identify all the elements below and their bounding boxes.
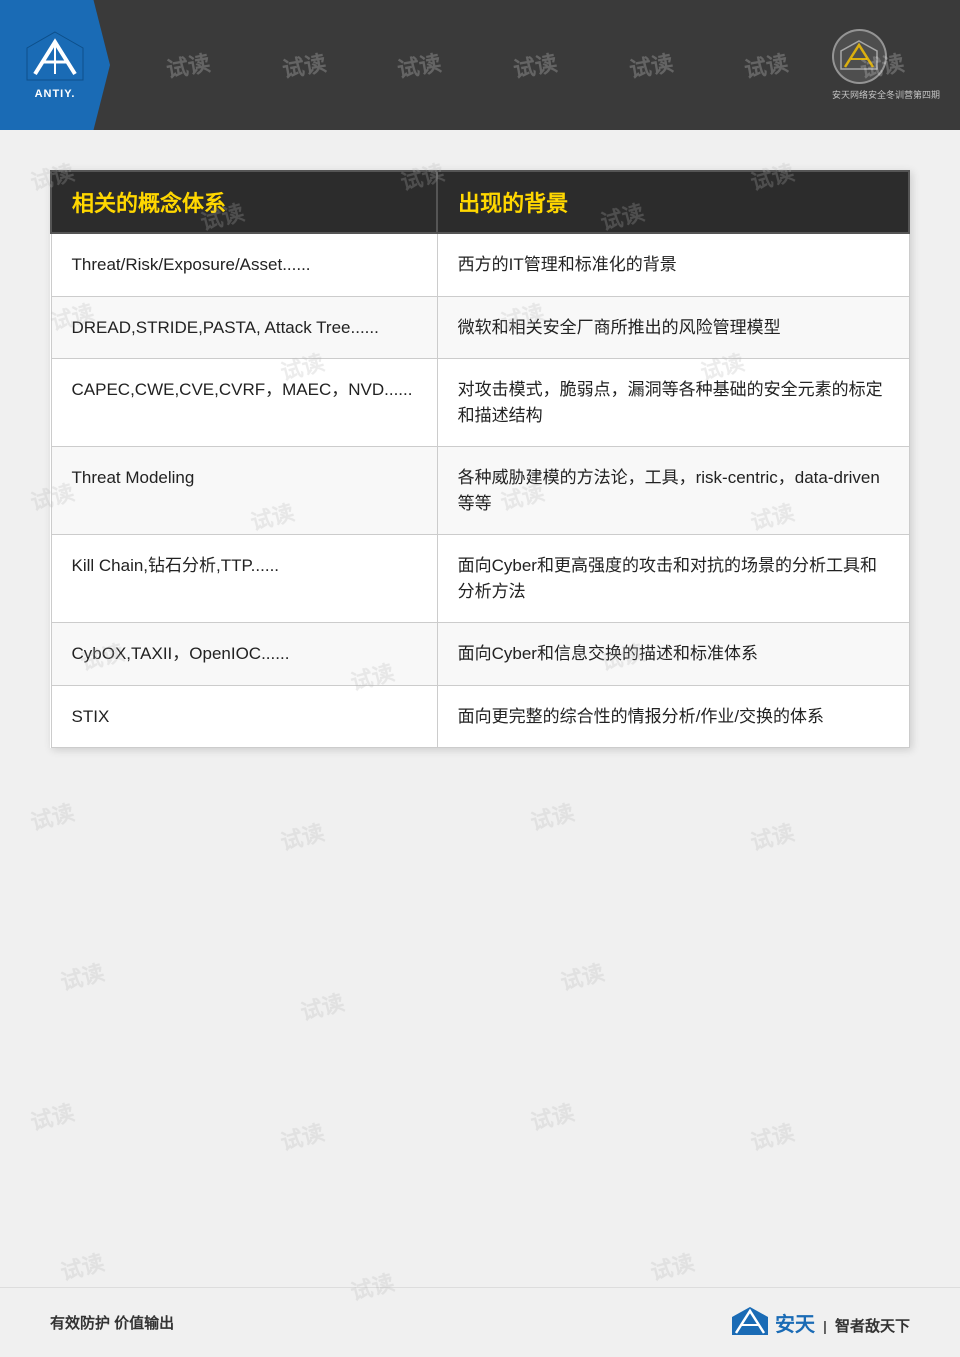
watermark: 试读 <box>527 795 578 837</box>
watermark: 试读 <box>57 955 108 997</box>
watermark: 试读 <box>27 795 78 837</box>
logo-text: ANTIY. <box>35 88 76 100</box>
cell-background: 西方的IT管理和标准化的背景 <box>437 233 909 296</box>
cell-concept: Threat Modeling <box>51 447 437 535</box>
cell-concept: CAPEC,CWE,CVE,CVRF，MAEC，NVD...... <box>51 359 437 447</box>
footer-logo-icon <box>730 1305 770 1340</box>
watermark: 试读 <box>527 1095 578 1137</box>
watermark: 试读 <box>277 1115 328 1157</box>
watermark: 试读 <box>557 955 608 997</box>
cell-concept: Threat/Risk/Exposure/Asset...... <box>51 233 437 296</box>
right-logo-circle <box>832 29 887 84</box>
cell-concept: Kill Chain,钻石分析,TTP...... <box>51 535 437 623</box>
table-row: CybOX,TAXII，OpenIOC......面向Cyber和信息交换的描述… <box>51 623 909 686</box>
cell-concept: CybOX,TAXII，OpenIOC...... <box>51 623 437 686</box>
col1-header: 相关的概念体系 <box>51 171 437 233</box>
cell-background: 微软和相关安全厂商所推出的风险管理模型 <box>437 296 909 359</box>
watermark: 试读 <box>747 1115 798 1157</box>
footer-logo: 安天 | 智者敌天下 <box>730 1305 910 1340</box>
cell-background: 各种威胁建模的方法论，工具，risk-centric，data-driven等等 <box>437 447 909 535</box>
footer-logo-sep: | <box>823 1318 827 1334</box>
table-row: DREAD,STRIDE,PASTA, Attack Tree......微软和… <box>51 296 909 359</box>
footer-tagline: 有效防护 价值输出 <box>50 1312 174 1333</box>
right-logo-subtitle: 安天网络安全冬训营第四期 <box>832 88 940 101</box>
cell-concept: STIX <box>51 685 437 748</box>
table-row: STIX面向更完整的综合性的情报分析/作业/交换的体系 <box>51 685 909 748</box>
main-content: 相关的概念体系 出现的背景 Threat/Risk/Exposure/Asset… <box>0 130 960 778</box>
col2-header: 出现的背景 <box>437 171 909 233</box>
watermark: 试读 <box>647 1245 698 1287</box>
header-right-logo: 安天网络安全冬训营第四期 <box>832 29 940 101</box>
table-row: Threat/Risk/Exposure/Asset......西方的IT管理和… <box>51 233 909 296</box>
table-row: Kill Chain,钻石分析,TTP......面向Cyber和更高强度的攻击… <box>51 535 909 623</box>
cell-background: 对攻击模式，脆弱点，漏洞等各种基础的安全元素的标定和描述结构 <box>437 359 909 447</box>
cell-background: 面向更完整的综合性的情报分析/作业/交换的体系 <box>437 685 909 748</box>
cell-background: 面向Cyber和信息交换的描述和标准体系 <box>437 623 909 686</box>
logo-area: ANTIY. <box>0 0 110 130</box>
antiy-logo-icon <box>25 30 85 85</box>
watermark: 试读 <box>57 1245 108 1287</box>
footer: 有效防护 价值输出 安天 | 智者敌天下 <box>0 1287 960 1357</box>
watermark: 试读 <box>277 815 328 857</box>
watermark: 试读 <box>297 985 348 1027</box>
watermark: 试读 <box>747 815 798 857</box>
concept-table: 相关的概念体系 出现的背景 Threat/Risk/Exposure/Asset… <box>50 170 910 748</box>
cell-background: 面向Cyber和更高强度的攻击和对抗的场景的分析工具和分析方法 <box>437 535 909 623</box>
cell-concept: DREAD,STRIDE,PASTA, Attack Tree...... <box>51 296 437 359</box>
footer-logo-main: 安天 | 智者敌天下 <box>775 1308 910 1337</box>
watermark: 试读 <box>27 1095 78 1137</box>
table-row: CAPEC,CWE,CVE,CVRF，MAEC，NVD......对攻击模式，脆… <box>51 359 909 447</box>
footer-logo-sub: 智者敌天下 <box>835 1318 910 1335</box>
table-row: Threat Modeling各种威胁建模的方法论，工具，risk-centri… <box>51 447 909 535</box>
right-logo-svg <box>839 39 879 74</box>
header: ANTIY. 试读 试读 试读 试读 试读 试读 试读 安天网络安全冬训营第四期 <box>0 0 960 130</box>
